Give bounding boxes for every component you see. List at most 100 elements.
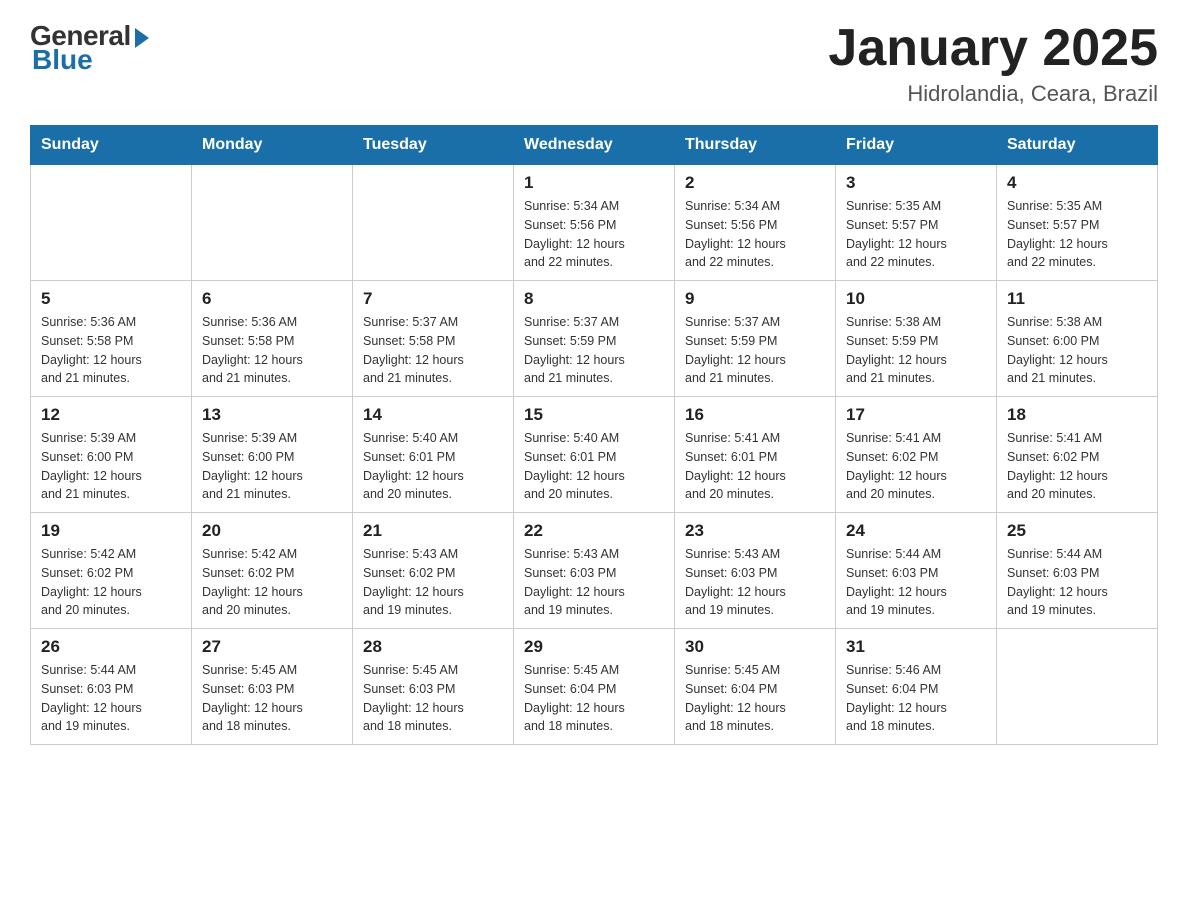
- calendar-cell: 3Sunrise: 5:35 AM Sunset: 5:57 PM Daylig…: [836, 165, 997, 281]
- day-info: Sunrise: 5:45 AM Sunset: 6:03 PM Dayligh…: [202, 661, 342, 736]
- day-number: 20: [202, 521, 342, 541]
- day-number: 8: [524, 289, 664, 309]
- location-text: Hidrolandia, Ceara, Brazil: [828, 81, 1158, 107]
- day-info: Sunrise: 5:43 AM Sunset: 6:03 PM Dayligh…: [524, 545, 664, 620]
- day-number: 15: [524, 405, 664, 425]
- day-number: 26: [41, 637, 181, 657]
- calendar-table: SundayMondayTuesdayWednesdayThursdayFrid…: [30, 125, 1158, 745]
- day-info: Sunrise: 5:43 AM Sunset: 6:03 PM Dayligh…: [685, 545, 825, 620]
- day-number: 11: [1007, 289, 1147, 309]
- month-title: January 2025: [828, 20, 1158, 77]
- calendar-cell: 5 Sunrise: 5:36 AM Sunset: 5:58 PM Daylig…: [31, 281, 192, 397]
- calendar-week-row-5: 26 Sunrise: 5:44 AM Sunset: 6:03 PM Dayli…: [31, 629, 1158, 745]
- day-number: 25: [1007, 521, 1147, 541]
- calendar-week-row-3: 12Sunrise: 5:39 AM Sunset: 6:00 PM Dayli…: [31, 397, 1158, 513]
- calendar-header-cell-wednesday: Wednesday: [514, 126, 675, 165]
- calendar-cell: 8 Sunrise: 5:37 AM Sunset: 5:59 PM Daylig…: [514, 281, 675, 397]
- calendar-cell: [192, 165, 353, 281]
- calendar-week-row-1: 1 Sunrise: 5:34 AM Sunset: 5:56 PM Daylig…: [31, 165, 1158, 281]
- day-number: 4: [1007, 173, 1147, 193]
- day-number: 6: [202, 289, 342, 309]
- day-info: Sunrise: 5:34 AM Sunset: 5:56 PM Dayligh…: [524, 197, 664, 272]
- calendar-cell: 26 Sunrise: 5:44 AM Sunset: 6:03 PM Dayli…: [31, 629, 192, 745]
- day-number: 7: [363, 289, 503, 309]
- day-number: 17: [846, 405, 986, 425]
- day-info: Sunrise: 5:44 AM Sunset: 6:03 PM Dayligh…: [41, 661, 181, 736]
- calendar-header-cell-saturday: Saturday: [997, 126, 1158, 165]
- day-info: Sunrise: 5:36 AM Sunset: 5:58 PM Dayligh…: [202, 313, 342, 388]
- calendar-cell: 27 Sunrise: 5:45 AM Sunset: 6:03 PM Dayli…: [192, 629, 353, 745]
- day-number: 22: [524, 521, 664, 541]
- day-info: Sunrise: 5:39 AM Sunset: 6:00 PM Dayligh…: [41, 429, 181, 504]
- calendar-header-cell-friday: Friday: [836, 126, 997, 165]
- day-number: 27: [202, 637, 342, 657]
- calendar-cell: 22 Sunrise: 5:43 AM Sunset: 6:03 PM Dayli…: [514, 513, 675, 629]
- day-info: Sunrise: 5:37 AM Sunset: 5:58 PM Dayligh…: [363, 313, 503, 388]
- day-info: Sunrise: 5:38 AM Sunset: 5:59 PM Dayligh…: [846, 313, 986, 388]
- calendar-cell: [353, 165, 514, 281]
- calendar-cell: 4 Sunrise: 5:35 AM Sunset: 5:57 PM Daylig…: [997, 165, 1158, 281]
- calendar-cell: 28 Sunrise: 5:45 AM Sunset: 6:03 PM Dayli…: [353, 629, 514, 745]
- calendar-cell: 21Sunrise: 5:43 AM Sunset: 6:02 PM Dayli…: [353, 513, 514, 629]
- day-number: 19: [41, 521, 181, 541]
- day-info: Sunrise: 5:41 AM Sunset: 6:02 PM Dayligh…: [846, 429, 986, 504]
- day-info: Sunrise: 5:45 AM Sunset: 6:04 PM Dayligh…: [685, 661, 825, 736]
- calendar-body: 1 Sunrise: 5:34 AM Sunset: 5:56 PM Daylig…: [31, 165, 1158, 745]
- day-info: Sunrise: 5:42 AM Sunset: 6:02 PM Dayligh…: [202, 545, 342, 620]
- calendar-cell: 30Sunrise: 5:45 AM Sunset: 6:04 PM Dayli…: [675, 629, 836, 745]
- day-info: Sunrise: 5:37 AM Sunset: 5:59 PM Dayligh…: [524, 313, 664, 388]
- calendar-cell: 11 Sunrise: 5:38 AM Sunset: 6:00 PM Dayli…: [997, 281, 1158, 397]
- day-info: Sunrise: 5:38 AM Sunset: 6:00 PM Dayligh…: [1007, 313, 1147, 388]
- calendar-cell: [31, 165, 192, 281]
- calendar-week-row-4: 19 Sunrise: 5:42 AM Sunset: 6:02 PM Dayli…: [31, 513, 1158, 629]
- calendar-cell: 29Sunrise: 5:45 AM Sunset: 6:04 PM Dayli…: [514, 629, 675, 745]
- calendar-cell: 25 Sunrise: 5:44 AM Sunset: 6:03 PM Dayli…: [997, 513, 1158, 629]
- calendar-cell: 9 Sunrise: 5:37 AM Sunset: 5:59 PM Daylig…: [675, 281, 836, 397]
- day-number: 10: [846, 289, 986, 309]
- day-info: Sunrise: 5:37 AM Sunset: 5:59 PM Dayligh…: [685, 313, 825, 388]
- day-number: 5: [41, 289, 181, 309]
- calendar-cell: 20 Sunrise: 5:42 AM Sunset: 6:02 PM Dayli…: [192, 513, 353, 629]
- calendar-header-cell-monday: Monday: [192, 126, 353, 165]
- day-info: Sunrise: 5:46 AM Sunset: 6:04 PM Dayligh…: [846, 661, 986, 736]
- day-number: 21: [363, 521, 503, 541]
- calendar-cell: 23 Sunrise: 5:43 AM Sunset: 6:03 PM Dayli…: [675, 513, 836, 629]
- calendar-cell: 2 Sunrise: 5:34 AM Sunset: 5:56 PM Daylig…: [675, 165, 836, 281]
- day-number: 9: [685, 289, 825, 309]
- calendar-header-cell-tuesday: Tuesday: [353, 126, 514, 165]
- calendar-cell: 10 Sunrise: 5:38 AM Sunset: 5:59 PM Dayli…: [836, 281, 997, 397]
- calendar-cell: 14Sunrise: 5:40 AM Sunset: 6:01 PM Dayli…: [353, 397, 514, 513]
- day-info: Sunrise: 5:45 AM Sunset: 6:04 PM Dayligh…: [524, 661, 664, 736]
- logo-arrow-icon: [135, 28, 149, 48]
- day-info: Sunrise: 5:45 AM Sunset: 6:03 PM Dayligh…: [363, 661, 503, 736]
- day-info: Sunrise: 5:35 AM Sunset: 5:57 PM Dayligh…: [1007, 197, 1147, 272]
- day-number: 2: [685, 173, 825, 193]
- day-info: Sunrise: 5:40 AM Sunset: 6:01 PM Dayligh…: [363, 429, 503, 504]
- page-header: General Blue January 2025 Hidrolandia, C…: [30, 20, 1158, 107]
- day-info: Sunrise: 5:44 AM Sunset: 6:03 PM Dayligh…: [846, 545, 986, 620]
- day-number: 13: [202, 405, 342, 425]
- day-number: 23: [685, 521, 825, 541]
- logo-blue-text: Blue: [32, 44, 93, 76]
- calendar-cell: 13 Sunrise: 5:39 AM Sunset: 6:00 PM Dayli…: [192, 397, 353, 513]
- title-section: January 2025 Hidrolandia, Ceara, Brazil: [828, 20, 1158, 107]
- day-info: Sunrise: 5:34 AM Sunset: 5:56 PM Dayligh…: [685, 197, 825, 272]
- day-info: Sunrise: 5:41 AM Sunset: 6:02 PM Dayligh…: [1007, 429, 1147, 504]
- day-number: 24: [846, 521, 986, 541]
- calendar-cell: 18 Sunrise: 5:41 AM Sunset: 6:02 PM Dayli…: [997, 397, 1158, 513]
- day-info: Sunrise: 5:35 AM Sunset: 5:57 PM Dayligh…: [846, 197, 986, 272]
- calendar-cell: 12Sunrise: 5:39 AM Sunset: 6:00 PM Dayli…: [31, 397, 192, 513]
- calendar-cell: 17 Sunrise: 5:41 AM Sunset: 6:02 PM Dayli…: [836, 397, 997, 513]
- calendar-cell: 16Sunrise: 5:41 AM Sunset: 6:01 PM Dayli…: [675, 397, 836, 513]
- day-number: 18: [1007, 405, 1147, 425]
- calendar-header-row: SundayMondayTuesdayWednesdayThursdayFrid…: [31, 126, 1158, 165]
- day-info: Sunrise: 5:39 AM Sunset: 6:00 PM Dayligh…: [202, 429, 342, 504]
- day-number: 28: [363, 637, 503, 657]
- calendar-cell: 15Sunrise: 5:40 AM Sunset: 6:01 PM Dayli…: [514, 397, 675, 513]
- day-info: Sunrise: 5:44 AM Sunset: 6:03 PM Dayligh…: [1007, 545, 1147, 620]
- day-number: 1: [524, 173, 664, 193]
- calendar-week-row-2: 5 Sunrise: 5:36 AM Sunset: 5:58 PM Daylig…: [31, 281, 1158, 397]
- day-info: Sunrise: 5:36 AM Sunset: 5:58 PM Dayligh…: [41, 313, 181, 388]
- calendar-cell: 24 Sunrise: 5:44 AM Sunset: 6:03 PM Dayli…: [836, 513, 997, 629]
- day-info: Sunrise: 5:41 AM Sunset: 6:01 PM Dayligh…: [685, 429, 825, 504]
